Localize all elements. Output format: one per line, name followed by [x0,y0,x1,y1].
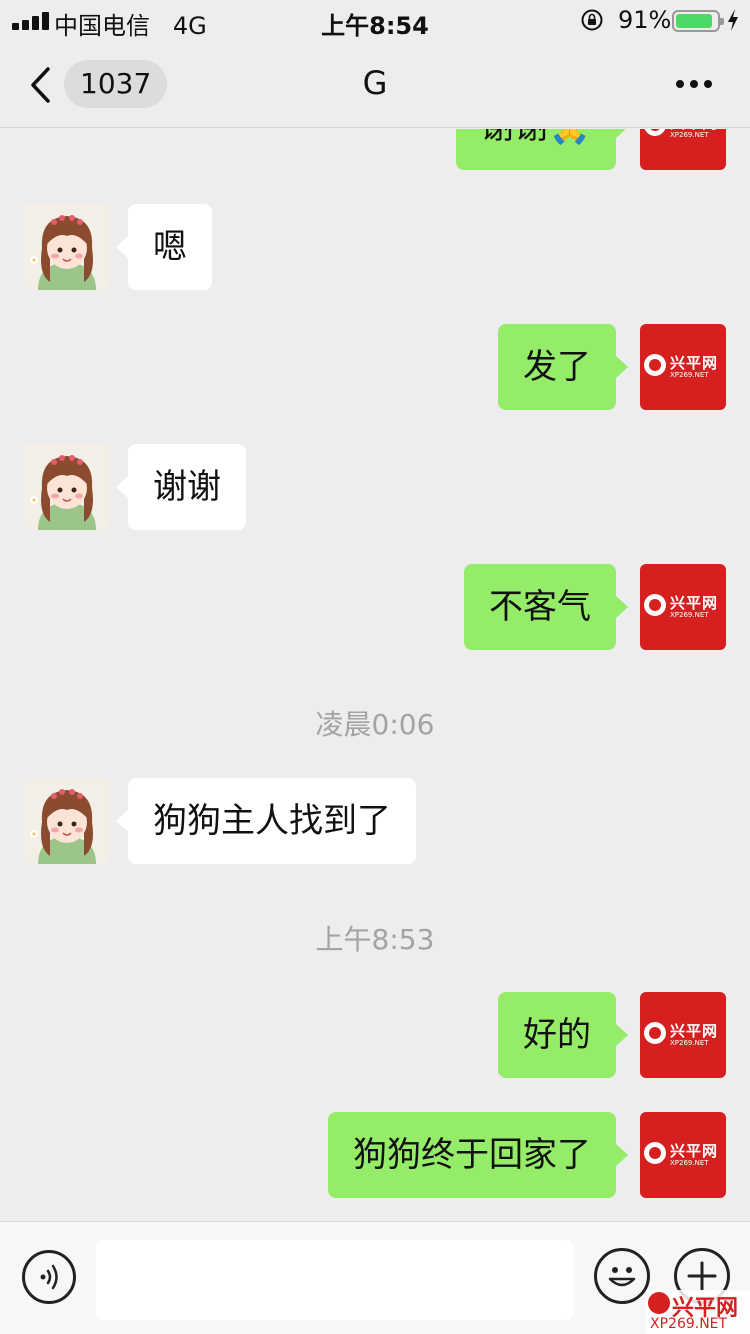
outgoing-message[interactable]: 不客气 [464,564,628,650]
message-timestamp: 上午8:53 [315,923,435,956]
status-bar: 中国电信 4G 上午8:54 91% [0,0,750,42]
emoji-icon[interactable] [594,1248,650,1304]
outgoing-message[interactable]: 谢谢🙏 [455,129,629,170]
outgoing-message[interactable]: 好的 [498,992,628,1078]
message-input[interactable] [96,1240,574,1320]
self-avatar[interactable]: 兴平网XP269.NET [640,992,726,1078]
battery-icon [672,10,724,32]
cartoon-girl-avatar [24,778,110,864]
battery-percent: 91% [618,6,672,34]
rotation-lock-icon [581,9,603,31]
charging-bolt-icon [728,9,738,31]
ellipsis-icon[interactable] [676,80,712,90]
chat-header: 1037 G [0,42,750,128]
message-list[interactable]: 谢谢🙏 兴平网XP269.NET 嗯 发了 兴平网XP269.NET [0,129,750,1221]
cartoon-girl-avatar [24,204,110,290]
self-avatar[interactable]: 兴平网XP269.NET [640,129,726,170]
voice-icon[interactable] [22,1250,76,1304]
contact-avatar[interactable] [24,444,110,530]
message-timestamp: 凌晨0:06 [315,708,435,741]
contact-avatar[interactable] [24,204,110,290]
self-avatar[interactable]: 兴平网XP269.NET [640,564,726,650]
contact-avatar[interactable] [24,778,110,864]
incoming-message[interactable]: 嗯 [116,204,212,290]
outgoing-message[interactable]: 发了 [498,324,628,410]
outgoing-message[interactable]: 狗狗终于回家了 [328,1112,628,1198]
site-watermark: 兴平网 XP269.NET [646,1290,750,1334]
cartoon-girl-avatar [24,444,110,530]
input-bar [0,1221,750,1334]
incoming-message[interactable]: 谢谢 [116,444,246,530]
self-avatar[interactable]: 兴平网XP269.NET [640,324,726,410]
self-avatar[interactable]: 兴平网XP269.NET [640,1112,726,1198]
incoming-message[interactable]: 狗狗主人找到了 [116,778,416,864]
chat-title: G [362,64,388,102]
